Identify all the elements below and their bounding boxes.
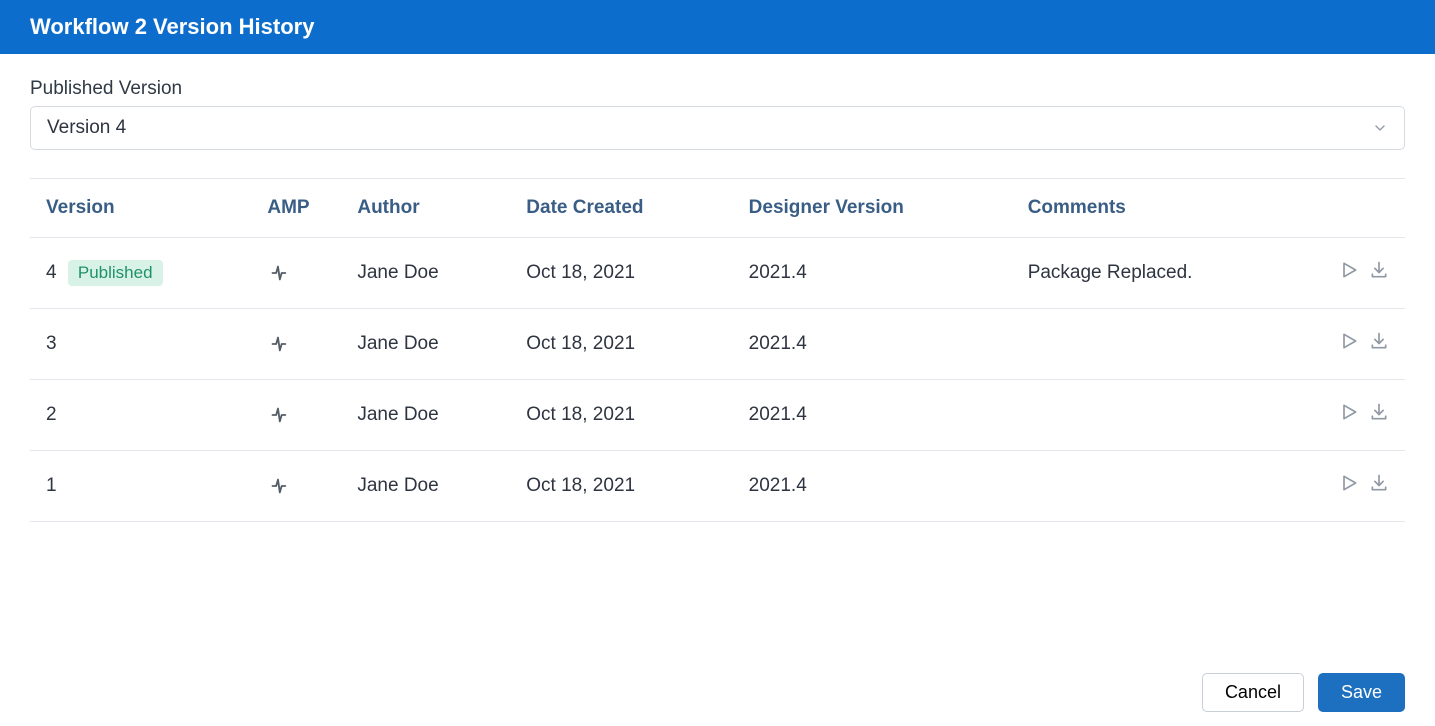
version-number: 2 bbox=[46, 404, 57, 425]
col-date[interactable]: Date Created bbox=[510, 179, 732, 238]
col-author[interactable]: Author bbox=[341, 179, 510, 238]
cell-date: Oct 18, 2021 bbox=[510, 238, 732, 309]
cell-comments bbox=[1012, 451, 1305, 522]
cell-actions bbox=[1305, 309, 1405, 380]
amp-icon bbox=[267, 475, 325, 497]
cell-amp bbox=[251, 380, 341, 451]
table-row: 3 Jane DoeOct 18, 20212021.4 bbox=[30, 309, 1405, 380]
save-button[interactable]: Save bbox=[1318, 673, 1405, 712]
cell-actions bbox=[1305, 238, 1405, 309]
play-icon[interactable] bbox=[1339, 473, 1359, 493]
table-row: 1 Jane DoeOct 18, 20212021.4 bbox=[30, 451, 1405, 522]
download-icon[interactable] bbox=[1369, 473, 1389, 493]
cell-version: 4 Published bbox=[30, 238, 251, 309]
published-version-label: Published Version bbox=[30, 78, 1405, 100]
cell-amp bbox=[251, 238, 341, 309]
published-badge: Published bbox=[68, 260, 163, 286]
cell-designer: 2021.4 bbox=[733, 309, 1012, 380]
col-designer[interactable]: Designer Version bbox=[733, 179, 1012, 238]
cell-date: Oct 18, 2021 bbox=[510, 380, 732, 451]
table-row: 4 Published Jane DoeOct 18, 20212021.4Pac… bbox=[30, 238, 1405, 309]
dialog-body: Published Version Version 4 Version AMP … bbox=[0, 54, 1435, 602]
cell-comments bbox=[1012, 309, 1305, 380]
cell-version: 2 bbox=[30, 380, 251, 451]
play-icon[interactable] bbox=[1339, 402, 1359, 422]
published-version-value: Version 4 bbox=[47, 117, 126, 139]
download-icon[interactable] bbox=[1369, 260, 1389, 280]
cell-author: Jane Doe bbox=[341, 451, 510, 522]
amp-icon bbox=[267, 262, 325, 284]
cell-actions bbox=[1305, 380, 1405, 451]
versions-table: Version AMP Author Date Created Designer… bbox=[30, 178, 1405, 522]
cell-designer: 2021.4 bbox=[733, 451, 1012, 522]
cell-date: Oct 18, 2021 bbox=[510, 309, 732, 380]
cell-comments bbox=[1012, 380, 1305, 451]
cell-comments: Package Replaced. bbox=[1012, 238, 1305, 309]
cancel-button[interactable]: Cancel bbox=[1202, 673, 1304, 712]
dialog-footer: Cancel Save bbox=[0, 659, 1435, 726]
cell-amp bbox=[251, 451, 341, 522]
version-number: 3 bbox=[46, 333, 57, 354]
cell-author: Jane Doe bbox=[341, 380, 510, 451]
col-comments[interactable]: Comments bbox=[1012, 179, 1305, 238]
cell-amp bbox=[251, 309, 341, 380]
chevron-down-icon bbox=[1372, 120, 1388, 136]
play-icon[interactable] bbox=[1339, 331, 1359, 351]
cell-author: Jane Doe bbox=[341, 238, 510, 309]
version-number: 1 bbox=[46, 475, 57, 496]
cell-date: Oct 18, 2021 bbox=[510, 451, 732, 522]
cell-actions bbox=[1305, 451, 1405, 522]
play-icon[interactable] bbox=[1339, 260, 1359, 280]
version-number: 4 bbox=[46, 262, 57, 283]
cell-version: 3 bbox=[30, 309, 251, 380]
cell-version: 1 bbox=[30, 451, 251, 522]
col-amp[interactable]: AMP bbox=[251, 179, 341, 238]
col-actions bbox=[1305, 179, 1405, 238]
cell-designer: 2021.4 bbox=[733, 238, 1012, 309]
col-version[interactable]: Version bbox=[30, 179, 251, 238]
dialog-title: Workflow 2 Version History bbox=[30, 14, 314, 39]
table-row: 2 Jane DoeOct 18, 20212021.4 bbox=[30, 380, 1405, 451]
dialog-header: Workflow 2 Version History bbox=[0, 0, 1435, 54]
published-version-select[interactable]: Version 4 bbox=[30, 106, 1405, 150]
cell-author: Jane Doe bbox=[341, 309, 510, 380]
download-icon[interactable] bbox=[1369, 402, 1389, 422]
amp-icon bbox=[267, 404, 325, 426]
amp-icon bbox=[267, 333, 325, 355]
download-icon[interactable] bbox=[1369, 331, 1389, 351]
cell-designer: 2021.4 bbox=[733, 380, 1012, 451]
